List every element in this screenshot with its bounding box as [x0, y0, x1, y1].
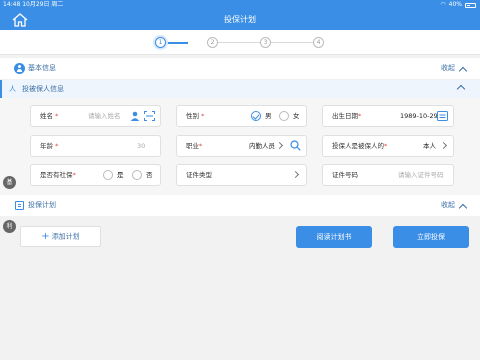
step-2[interactable]: 2: [207, 37, 218, 48]
chevron-up-icon: [458, 203, 468, 212]
status-right: ◠ 40%: [440, 0, 476, 9]
birth-label: 出生日期: [332, 112, 358, 120]
battery-percent: 40%: [448, 1, 462, 8]
plus-icon: +: [41, 231, 50, 242]
social-label: 是否有社保: [40, 171, 73, 179]
social-yes-radio[interactable]: [103, 170, 113, 180]
gender-female-label: 女: [293, 112, 300, 120]
chevron-right-icon: [291, 170, 300, 179]
calendar-icon[interactable]: [437, 110, 448, 123]
gender-female-radio[interactable]: [279, 111, 289, 121]
battery-icon: [465, 3, 476, 8]
id-number-field[interactable]: 证件号码 请输入证件号码: [322, 164, 454, 186]
id-number-placeholder: 请输入证件号码: [398, 171, 444, 179]
insured-glyph-icon: 人: [9, 85, 16, 93]
age-field[interactable]: 年龄 * 30: [30, 135, 161, 157]
gender-male-label: 男: [265, 112, 272, 120]
side-badge-basic[interactable]: 基: [3, 176, 16, 189]
person-icon: [14, 63, 25, 74]
relation-field[interactable]: 投保人是被保人的* 本人: [322, 135, 454, 157]
gender-label: 性别: [186, 112, 199, 120]
name-placeholder: 请输入姓名: [88, 112, 121, 120]
basic-collapse-button[interactable]: 收起: [441, 58, 468, 79]
side-badge-benefit[interactable]: 利: [3, 220, 16, 233]
age-value: 30: [137, 142, 146, 150]
step-4[interactable]: 4: [313, 37, 324, 48]
nav-bar: 投保计划: [0, 9, 480, 30]
birth-date-field[interactable]: 出生日期* 1989-10-29: [322, 105, 454, 127]
step-3[interactable]: 3: [260, 37, 271, 48]
add-plan-button[interactable]: + 添加计划: [20, 226, 101, 247]
document-icon: [15, 201, 24, 210]
insured-info-label: 投被保人信息: [22, 85, 64, 93]
social-no-label: 否: [146, 171, 153, 179]
wifi-icon: ◠: [440, 1, 446, 8]
add-plan-label: 添加计划: [51, 232, 80, 241]
contact-icon[interactable]: [130, 111, 140, 123]
search-icon[interactable]: [290, 140, 301, 153]
id-type-field[interactable]: 证件类型: [176, 164, 307, 186]
social-no-radio[interactable]: [132, 170, 142, 180]
chevron-up-icon: [456, 84, 466, 94]
insure-now-button[interactable]: 立即投保: [393, 226, 469, 248]
collapse-label: 收起: [441, 64, 455, 72]
name-field[interactable]: 姓名 * 请输入姓名: [30, 105, 161, 127]
step-1[interactable]: 1: [155, 37, 166, 48]
occupation-field[interactable]: 职业* 内勤人员: [176, 135, 307, 157]
gender-field: 性别 * 男 女: [176, 105, 307, 127]
plan-header: 投保计划 收起: [0, 195, 480, 216]
step-indicator: 1 2 3 4: [0, 30, 480, 55]
relation-value: 本人: [423, 142, 436, 150]
basic-info-header: 基本信息 收起: [0, 58, 480, 79]
chevron-right-icon: [439, 141, 448, 150]
step-line-active: [166, 42, 188, 44]
chevron-right-icon: [275, 141, 284, 150]
collapse-label: 收起: [441, 201, 455, 209]
occupation-label: 职业: [186, 142, 199, 150]
social-yes-label: 是: [117, 171, 124, 179]
occupation-value: 内勤人员: [249, 142, 275, 150]
basic-info-label: 基本信息: [28, 64, 56, 72]
plan-collapse-button[interactable]: 收起: [441, 195, 468, 216]
relation-label: 投保人是被保人的: [332, 142, 384, 150]
insured-form: 姓名 * 请输入姓名 性别 * 男 女 出生日期* 1989-10-29 年龄 …: [0, 98, 480, 195]
step-line: [271, 42, 315, 43]
social-security-field: 是否有社保* 是 否: [30, 164, 161, 186]
status-time: 14:48 10月29日 周二: [3, 1, 64, 8]
scan-icon[interactable]: [144, 111, 155, 123]
read-plan-button[interactable]: 阅读计划书: [296, 226, 372, 248]
id-number-label: 证件号码: [332, 171, 358, 179]
id-type-label: 证件类型: [186, 171, 212, 179]
page-title: 投保计划: [224, 15, 256, 24]
chevron-up-icon: [458, 66, 468, 75]
status-bar: 14:48 10月29日 周二 ◠ 40%: [0, 0, 480, 9]
insured-info-header[interactable]: 人 投被保人信息: [0, 80, 480, 98]
age-label: 年龄: [40, 142, 53, 150]
birth-value: 1989-10-29: [400, 112, 438, 120]
gender-male-radio[interactable]: [251, 111, 261, 121]
name-label: 姓名: [40, 112, 53, 120]
step-line: [218, 42, 262, 43]
plan-label: 投保计划: [28, 201, 56, 209]
